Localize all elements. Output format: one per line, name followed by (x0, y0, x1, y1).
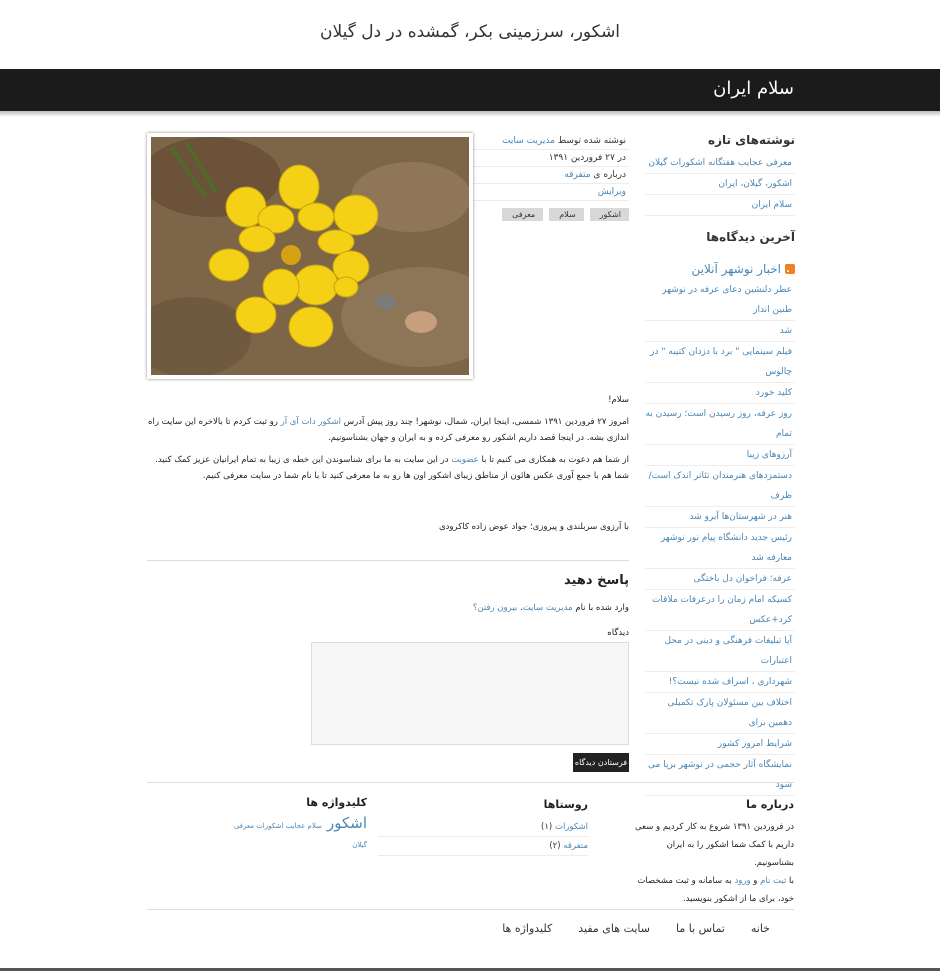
bottom-border (0, 968, 940, 971)
divider (147, 560, 629, 561)
divider (147, 782, 794, 783)
post-paragraph: از شما هم دعوت به همکاری می کنیم تا با ع… (155, 455, 629, 481)
village-item[interactable]: متفرقه (۲) (378, 837, 588, 856)
villages-widget: روستاها اشکورات (۱) متفرقه (۲) (378, 796, 588, 856)
news-link[interactable]: شد (645, 321, 795, 342)
reply-heading: پاسخ دهید (564, 573, 629, 588)
rss-feed-heading[interactable]: اخبار نوشهر آنلاین (645, 262, 795, 276)
news-link[interactable]: روز عرفه، روز رسیدن است؛ رسیدن به تمام (645, 404, 795, 445)
news-link[interactable]: آرزوهای زیبا (645, 445, 795, 466)
post-meta: نوشته شده توسط مدیریت سایت در ۲۷ فروردین… (469, 133, 629, 221)
news-link[interactable]: هنر در شهرستان‌ها آبرو شد (645, 507, 795, 528)
news-link[interactable]: عرفه؛ فراخوان دل باختگی (645, 569, 795, 590)
submit-comment-button[interactable]: فرستادن دیدگاه (573, 753, 629, 772)
news-link[interactable]: آیا تبلیغات فرهنگی و دینی در محل اعتبارا… (645, 631, 795, 672)
site-title[interactable]: اشکور، سرزمینی بکر، گمشده در دل گیلان (0, 22, 940, 42)
news-link[interactable]: اختلاف بین مسئولان پارک تکمیلی دهمین برا… (645, 693, 795, 734)
post-image (147, 133, 473, 379)
recent-post-link[interactable]: سلام ایران (645, 195, 795, 216)
profile-link[interactable]: مدیریت سایت (523, 603, 573, 613)
page-title[interactable]: سلام ایران (713, 78, 794, 99)
news-link[interactable]: عطر دلنشین دعای عرفه در نوشهر طنین انداز (645, 280, 795, 321)
footer-nav: خانه تماس با ما سایت های مفید کلیدواژه ه… (502, 922, 770, 935)
news-link[interactable]: رئیس جدید دانشگاه پیام نور نوشهر معارفه … (645, 528, 795, 569)
about-heading: درباره ما (746, 798, 794, 811)
village-item[interactable]: اشکورات (۱) (378, 818, 588, 837)
post-signature: با آرزوی سربلندی و پیروزی؛ جواد عوض زاده… (438, 522, 629, 532)
divider (147, 909, 794, 910)
recent-post-link[interactable]: معرفی عجایب هفتگانه اشکورات گیلان (645, 153, 795, 174)
news-link[interactable]: کسیکه امام زمان را درعرفات ملاقات کرد+عک… (645, 590, 795, 631)
tag-link[interactable]: اشکور (589, 208, 629, 221)
site-link[interactable]: اشکور دات آی آر (281, 417, 341, 427)
post-paragraph: امروز ۲۷ فروردین ۱۳۹۱ شمسی، اینجا ایران،… (148, 417, 629, 443)
recent-posts-heading: نوشته‌های تازه (707, 133, 795, 147)
comment-label: دیدگاه (607, 628, 629, 638)
logout-link[interactable]: بیرون رفتن؟ (473, 603, 517, 613)
banner-shadow (0, 111, 940, 117)
comment-textarea[interactable] (311, 642, 629, 745)
nav-contact[interactable]: تماس با ما (676, 922, 725, 935)
post-content: سلام! امروز ۲۷ فروردین ۱۳۹۱ شمسی، اینجا … (147, 392, 629, 490)
villages-heading: روستاها (543, 798, 588, 811)
news-link[interactable]: شهرداری ، اسراف شده نیست؟! (645, 672, 795, 693)
sidebar: نوشته‌های تازه معرفی عجایب هفتگانه اشکور… (645, 133, 795, 796)
logged-in-as: وارد شده با نام مدیریت سایت. بیرون رفتن؟ (472, 603, 629, 613)
recent-comments-heading: آخرین دیدگاه‌ها (706, 230, 795, 244)
about-register-text: با ثبت نام و ورود به سامانه و ثبت مشخصات… (637, 876, 794, 904)
post-date: در ۲۷ فروردین ۱۳۹۱ (469, 150, 629, 167)
register-link[interactable]: ثبت نام (760, 876, 786, 886)
tag-cloud-widget: کلیدواژه ها اشکور سلام عجایب اشکورات معر… (227, 796, 367, 851)
news-link[interactable]: کلید خورد (645, 383, 795, 404)
news-link[interactable]: فیلم سینمایی " برد با دزدان کتیبه " در چ… (645, 342, 795, 383)
recent-posts-list: معرفی عجایب هفتگانه اشکورات گیلان اشکور،… (645, 153, 795, 216)
membership-link[interactable]: عضویت (451, 455, 479, 465)
header-banner: سلام ایران (0, 69, 940, 111)
nav-useful-sites[interactable]: سایت های مفید (578, 922, 650, 935)
news-list: عطر دلنشین دعای عرفه در نوشهر طنین انداز… (645, 280, 795, 796)
post-category: درباره ی متفرقه (469, 167, 629, 184)
login-link[interactable]: ورود (735, 876, 751, 886)
recent-post-link[interactable]: اشکور، گیلان، ایران (645, 174, 795, 195)
author-link[interactable]: مدیریت سایت (502, 136, 555, 146)
nav-tags[interactable]: کلیدواژه ها (502, 922, 552, 935)
tag-cloud-heading: کلیدواژه ها (306, 796, 367, 809)
news-link[interactable]: دستمزدهای هنرمندان تئاتر اندک است/ ظرف (645, 466, 795, 507)
about-text: در فروردین ۱۳۹۱ شروع به کار کردیم و سعی … (635, 822, 794, 868)
tag-link[interactable]: معرفی (502, 208, 544, 221)
edit-link[interactable]: ویرایش (469, 184, 629, 201)
news-link[interactable]: نمایشگاه آثار حجمی در نوشهر برپا می شود (645, 755, 795, 796)
post-tags: اشکور سلام معرفی (469, 208, 629, 221)
category-link[interactable]: متفرقه (564, 170, 590, 180)
rss-icon (785, 264, 795, 274)
tag-cloud-link[interactable]: اشکور (327, 814, 367, 832)
post-author: نوشته شده توسط مدیریت سایت (469, 133, 629, 150)
nav-home[interactable]: خانه (751, 922, 770, 935)
about-widget: درباره ما در فروردین ۱۳۹۱ شروع به کار کر… (634, 796, 794, 908)
tag-link[interactable]: سلام (549, 208, 584, 221)
rss-title[interactable]: اخبار نوشهر آنلاین (691, 262, 781, 276)
news-link[interactable]: شرایط امروز کشور (645, 734, 795, 755)
post-greeting: سلام! (608, 395, 629, 405)
